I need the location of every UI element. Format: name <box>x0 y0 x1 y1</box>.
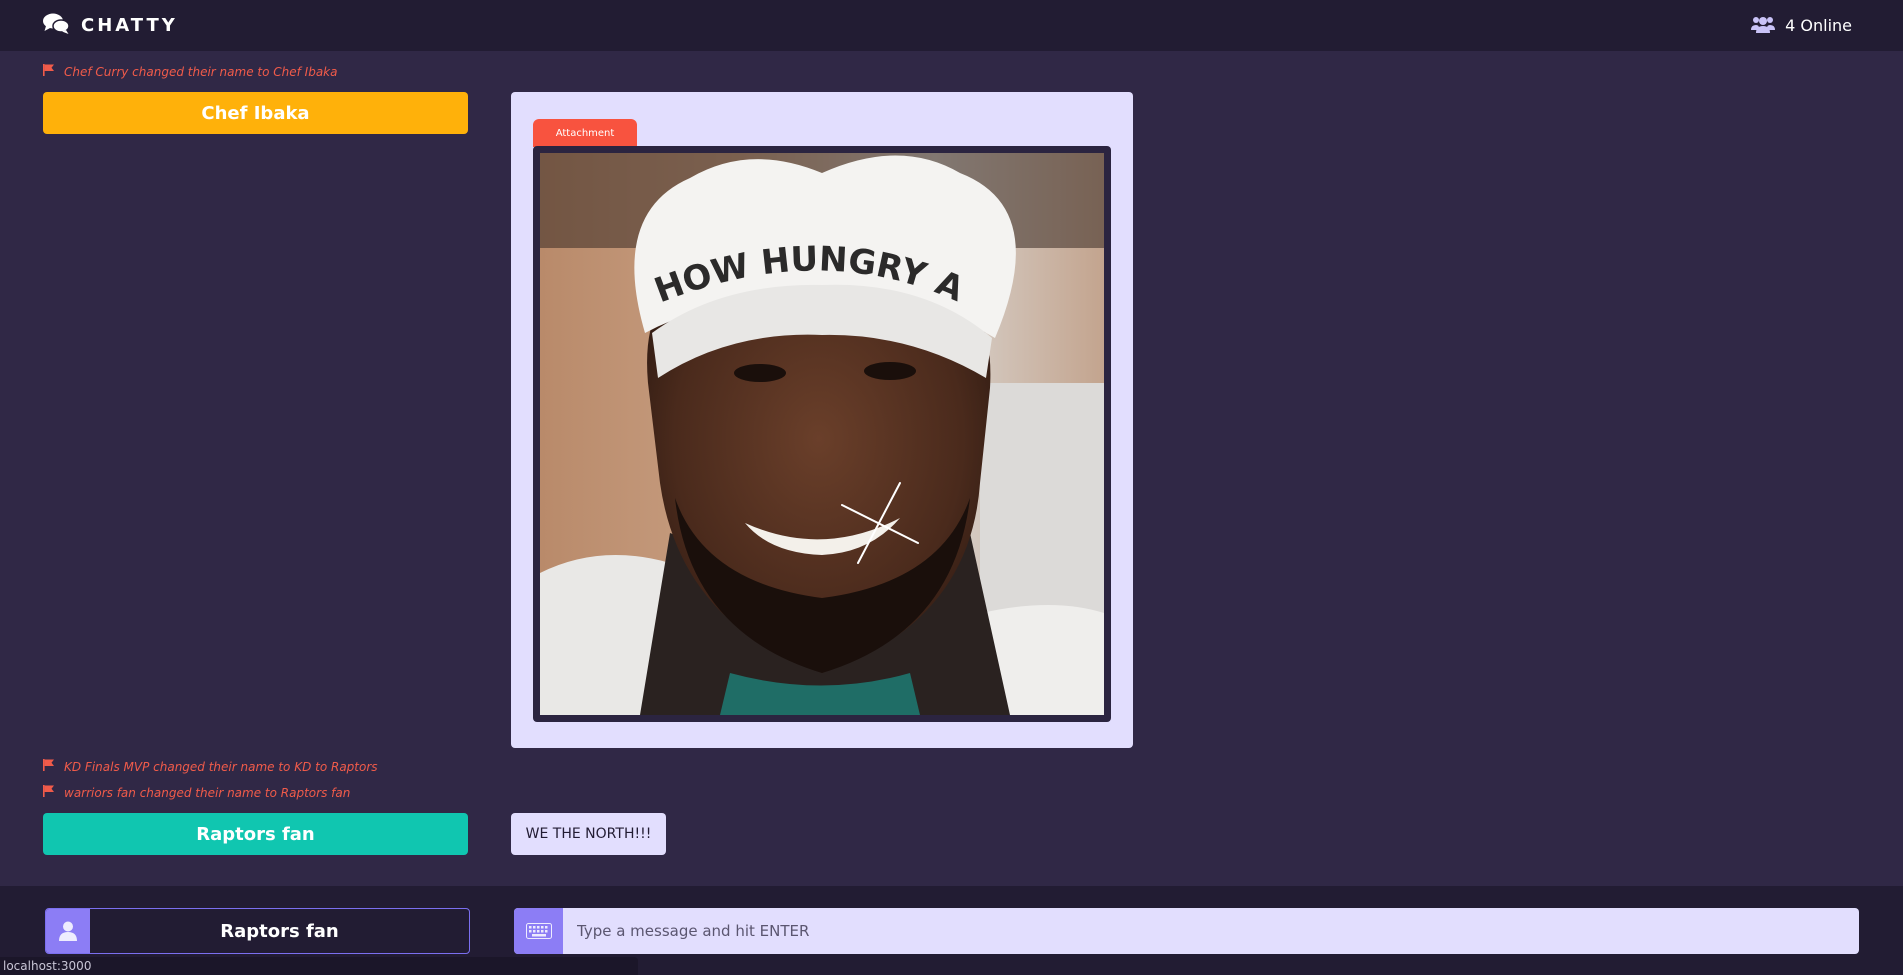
attachment-message: Attachment HOW HUNGRY A <box>511 92 1133 748</box>
users-icon <box>1751 15 1776 37</box>
online-count: 4 Online <box>1751 15 1852 37</box>
top-bar: CHATTY 4 Online <box>0 0 1903 51</box>
flag-icon <box>43 759 55 774</box>
flag-icon <box>43 64 55 79</box>
system-notice-text: Chef Curry changed their name to Chef Ib… <box>64 64 338 79</box>
brand[interactable]: CHATTY <box>43 13 178 39</box>
flag-icon <box>43 785 55 800</box>
username-field[interactable] <box>45 908 470 954</box>
username-input[interactable] <box>90 909 469 953</box>
status-bar-url: localhost:3000 <box>0 957 638 975</box>
message-feed[interactable]: Chef Curry changed their name to Chef Ib… <box>0 51 1903 886</box>
user-icon <box>46 909 90 953</box>
attachment-image[interactable]: HOW HUNGRY ARE YOU <box>540 153 1104 715</box>
system-notice-text: KD Finals MVP changed their name to KD t… <box>64 759 378 774</box>
system-notice: KD Finals MVP changed their name to KD t… <box>43 759 378 774</box>
chat-bubbles-icon <box>43 13 70 39</box>
system-notice-text: warriors fan changed their name to Rapto… <box>64 785 351 800</box>
user-chip[interactable]: Chef Ibaka <box>43 92 468 134</box>
system-notice: warriors fan changed their name to Rapto… <box>43 785 350 800</box>
online-label: 4 Online <box>1785 16 1852 35</box>
text-message: WE THE NORTH!!! <box>511 813 666 855</box>
brand-title: CHATTY <box>81 15 178 36</box>
attachment-tag: Attachment <box>533 119 637 147</box>
attachment-frame: HOW HUNGRY ARE YOU <box>533 146 1111 722</box>
keyboard-icon <box>514 908 563 954</box>
message-field[interactable] <box>514 908 1859 954</box>
message-input[interactable] <box>563 908 1859 954</box>
system-notice: Chef Curry changed their name to Chef Ib… <box>43 64 337 79</box>
user-chip[interactable]: Raptors fan <box>43 813 468 855</box>
